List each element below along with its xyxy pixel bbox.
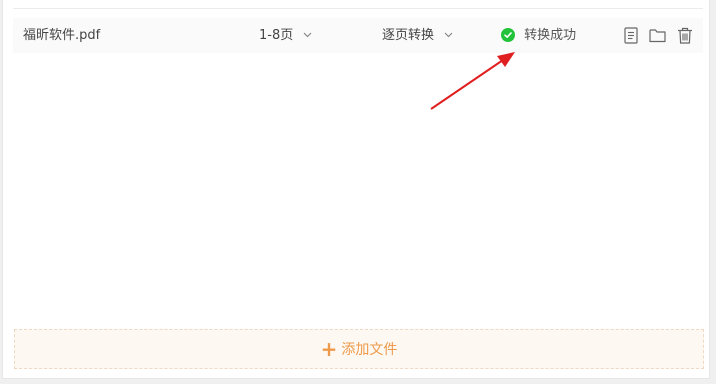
status-text: 转换成功 [524, 28, 577, 43]
convert-mode-label: 逐页转换 [382, 28, 435, 43]
page-range-label: 1-8页 [259, 28, 294, 43]
annotation-arrow [430, 52, 515, 110]
file-name: 福昕软件.pdf [23, 28, 101, 43]
trash-icon[interactable] [675, 26, 694, 45]
plus-icon: + [320, 337, 338, 361]
file-list-panel: 福昕软件.pdf 1-8页 逐页转换 转换成功 + 添加文件 [2, 0, 710, 379]
chevron-down-icon [303, 18, 312, 53]
file-row: 福昕软件.pdf 1-8页 逐页转换 转换成功 [13, 18, 703, 53]
document-icon[interactable] [621, 26, 640, 45]
add-file-button[interactable]: + 添加文件 [14, 329, 704, 369]
row-actions [621, 26, 694, 46]
divider [13, 8, 703, 9]
add-file-label: 添加文件 [341, 342, 398, 358]
folder-icon[interactable] [648, 26, 667, 45]
page-range-dropdown[interactable]: 1-8页 [259, 18, 312, 53]
check-circle-icon [501, 27, 515, 42]
